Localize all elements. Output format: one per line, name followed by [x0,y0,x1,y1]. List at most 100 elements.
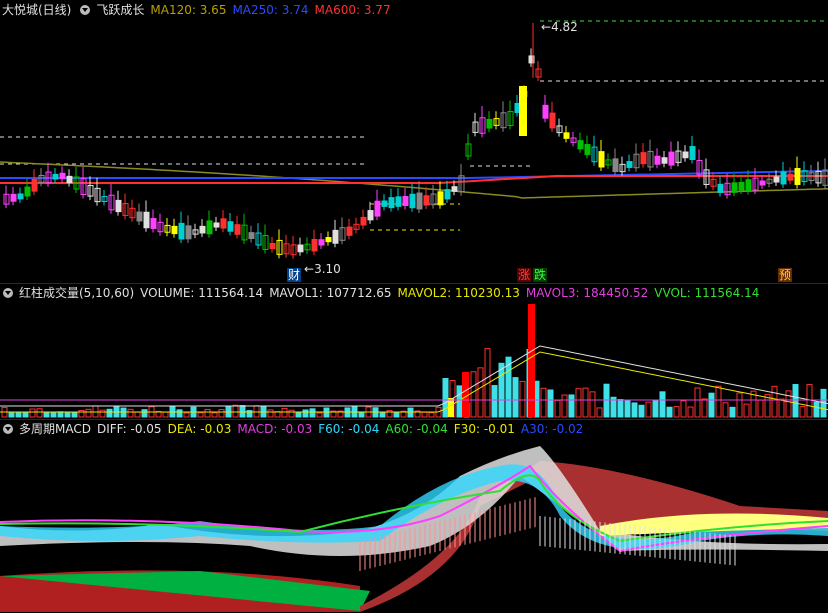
macd-chart[interactable] [0,436,828,613]
volume-bar [575,388,582,418]
candle-body [213,222,220,228]
volume-bar [162,411,169,418]
ma600-label: MA600: 3.77 [314,3,391,17]
volume-bar [652,400,659,418]
volume-bar [379,412,386,418]
candle-body [654,155,661,165]
candle-body [780,171,787,185]
candle-body [360,216,367,226]
volume-bar [71,411,78,418]
candle-body [794,168,801,185]
volume-bar [323,407,330,418]
volume-bar [694,387,701,418]
volume-bar [57,411,64,418]
volume-bar [596,407,603,418]
candle-body [787,173,794,181]
candle-body [542,104,549,119]
candle-body [682,151,689,159]
candle-body [444,189,451,200]
indicator-name[interactable]: 飞跃成长 [96,2,144,18]
candle-body [416,192,423,210]
volume-chart[interactable] [0,300,828,418]
candle-body [738,181,745,191]
candle-body [451,186,458,192]
candle-body [178,222,185,240]
marker-yu[interactable]: 预 [778,268,793,282]
volume-bar [470,371,477,418]
candle-body [59,172,66,180]
volume-bar [645,401,652,418]
diff-value: DIFF: -0.05 [96,422,162,436]
volume-bar [792,384,799,418]
candle-body [143,211,150,229]
volume-bar [64,411,71,418]
candle-body [311,238,318,252]
volume-bar [617,399,624,418]
candle-body [24,186,31,197]
ma250-label: MA250: 3.74 [232,3,309,17]
volume-bar [442,378,449,418]
volume-bar [232,404,239,418]
volume-bar [757,399,764,418]
candle-body [115,199,122,213]
high-price-label: ←4.82 [541,20,578,34]
panel-divider-2[interactable] [0,419,828,420]
volume-bar [358,411,365,418]
volume-bar [540,387,547,418]
volume-bar [722,402,729,418]
indicator-menu-icon[interactable] [80,5,91,15]
candle-body [248,232,255,239]
mavol2-value: MAVOL2: 110230.13 [397,286,520,300]
volume-bar [554,399,561,418]
volume-bar [176,409,183,418]
marker-zhang[interactable]: 涨 [517,268,532,282]
volume-bar [561,394,568,418]
volume-bar [99,409,106,418]
volume-bar [806,384,813,418]
candle-body [136,211,143,222]
candle-body [549,112,556,129]
mavol1-value: MAVOL1: 107712.65 [269,286,392,300]
main-panel-legend: 大悦城(日线) 飞跃成长 MA120: 3.65 MA250: 3.74 MA6… [0,2,391,18]
volume-bar [568,394,575,418]
volume-indicator-name[interactable]: 红柱成交量(5,10,60) [19,285,134,301]
a30-value: A30: -0.02 [520,422,584,436]
candle-body [640,152,647,165]
volume-bar [799,406,806,418]
candle-body [563,132,570,139]
volume-bar [589,391,596,418]
macd-indicator-name[interactable]: 多周期MACD [19,421,91,437]
macd-panel-legend: 多周期MACD DIFF: -0.05 DEA: -0.03 MACD: -0.… [0,421,583,437]
volume-bar [729,406,736,418]
stock-name: 大悦城(日线) [2,3,72,17]
volume-bar [771,385,778,418]
candle-body [409,193,416,209]
panel-divider[interactable] [0,283,828,284]
big-candle [519,86,527,136]
volume-bar [778,398,785,418]
volume-bar [519,380,526,418]
candle-body [745,179,752,192]
marker-die[interactable]: 跌 [533,268,548,282]
volume-bar [36,408,43,418]
macd-menu-icon[interactable] [3,424,13,434]
volume-menu-icon[interactable] [3,288,13,298]
marker-cai[interactable]: 财 [287,268,302,282]
candle-body [731,182,738,193]
volume-bar [183,412,190,418]
candle-body [346,226,353,236]
candle-body [325,237,332,243]
candlestick-chart[interactable] [0,18,828,282]
candle-body [773,176,780,183]
candle-body [367,210,374,221]
volume-bar [631,402,638,418]
candle-body [171,225,178,235]
volume-bar [659,391,666,418]
candle-body [402,196,409,206]
volume-bar [218,409,225,418]
candle-body [668,151,675,166]
volume-bar [127,408,134,418]
volume-bar [141,409,148,418]
candle-body [220,218,227,229]
volume-bar [120,407,127,418]
